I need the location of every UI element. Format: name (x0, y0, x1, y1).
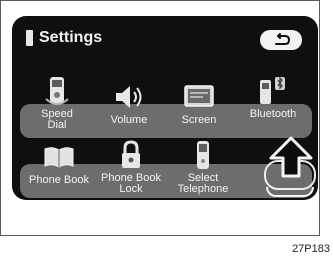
menu-item-screen[interactable]: Screen (164, 80, 234, 126)
screen-label: Screen (181, 114, 217, 126)
back-button[interactable] (260, 30, 302, 50)
page-title: Settings (39, 29, 103, 46)
screen-icon (184, 85, 214, 107)
speed-dial-icon (45, 77, 69, 105)
pointer-button-outline-lower (266, 187, 314, 197)
telephone-icon (197, 141, 209, 169)
back-arrow-icon (275, 33, 290, 45)
screen-header: Settings (26, 24, 102, 52)
volume-label: Volume (110, 114, 148, 126)
phone-title-icon (26, 30, 33, 46)
bluetooth-label: Bluetooth (249, 108, 297, 120)
phone-book-icon (44, 147, 74, 168)
menu-item-select-telephone[interactable]: Select Telephone (168, 138, 238, 195)
pointer-arrow-icon (269, 136, 313, 178)
figure-code: 27P183 (292, 243, 330, 255)
select-telephone-label-2: Telephone (177, 183, 229, 195)
phone-book-label: Phone Book (29, 174, 89, 186)
lock-icon (122, 140, 140, 168)
menu-item-speed-dial[interactable]: Speed Dial (22, 74, 92, 131)
menu-item-volume[interactable]: Volume (94, 80, 164, 126)
menu-item-phone-book-lock[interactable]: Phone Book Lock (96, 138, 166, 195)
menu-item-phone-book[interactable]: Phone Book (24, 140, 94, 186)
bluetooth-phone-icon (260, 76, 285, 104)
settings-screen: Settings Speed Dial Volume Screen Blueto… (12, 16, 318, 200)
volume-icon (116, 86, 142, 108)
speed-dial-label-2: Dial (47, 119, 67, 131)
menu-item-bluetooth[interactable]: Bluetooth (238, 74, 308, 120)
phone-book-lock-label-2: Lock (119, 183, 143, 195)
